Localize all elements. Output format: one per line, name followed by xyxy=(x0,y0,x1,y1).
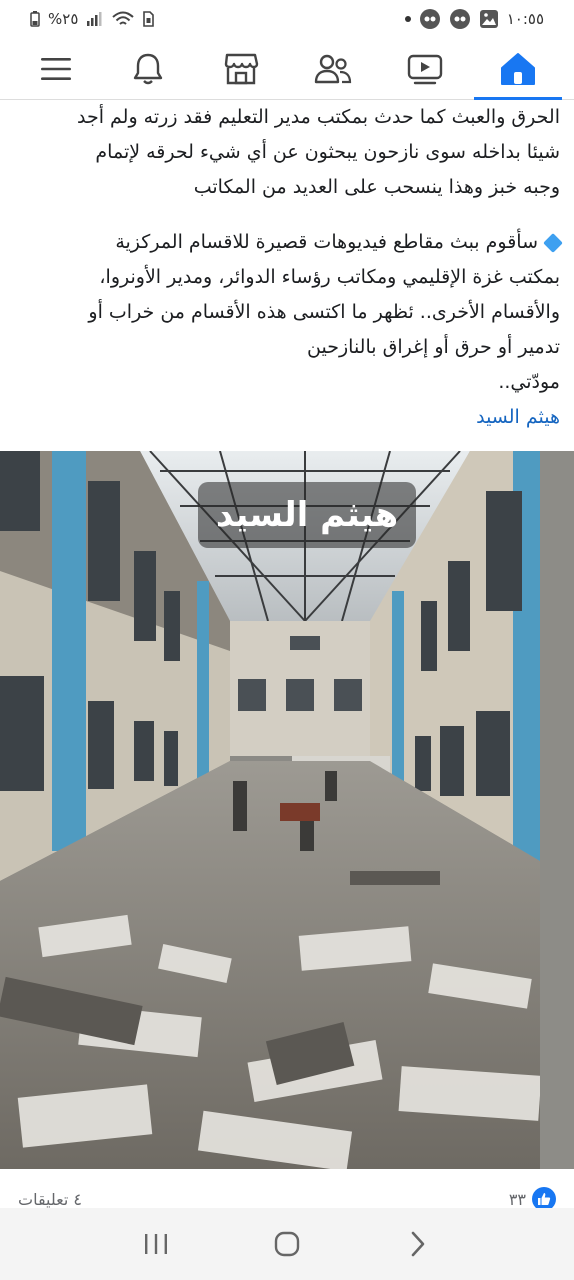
marketplace-icon xyxy=(224,53,259,84)
menu-button[interactable] xyxy=(26,39,86,99)
messenger-notif-icon xyxy=(419,8,441,30)
blue-diamond-icon xyxy=(543,232,563,253)
post-line: والأقسام الأخرى.. ئظهر ما اكتسى هذه الأق… xyxy=(88,301,560,323)
back-chevron-icon xyxy=(412,1231,425,1257)
wifi-icon xyxy=(112,11,135,27)
video-button[interactable] xyxy=(395,39,455,99)
likes-count: ٣٣ xyxy=(508,1189,526,1209)
post-photo-drawing xyxy=(0,451,574,1169)
post-photo[interactable] xyxy=(0,451,574,1169)
app-notif-icon xyxy=(449,8,471,30)
home-button[interactable] xyxy=(473,39,562,100)
clock: ١٠:٥٥ xyxy=(506,10,544,28)
menu-icon xyxy=(41,57,72,80)
signal-icon xyxy=(86,12,104,26)
system-nav-bar xyxy=(0,1208,574,1280)
gallery-notif-icon xyxy=(479,9,499,29)
status-left: %٢٥ xyxy=(30,10,155,28)
notification-dot-icon xyxy=(404,16,411,22)
top-nav-bar xyxy=(0,38,574,100)
marketplace-button[interactable] xyxy=(211,39,271,99)
post-text: الحرق والعبث كما حدث بمكتب مدير التعليم … xyxy=(14,100,563,435)
post-line: الحرق والعبث كما حدث بمكتب مدير التعليم … xyxy=(77,106,560,128)
post-line: تدمير أو حرق أو إغراق بالنازحين xyxy=(307,336,560,358)
notifications-button[interactable] xyxy=(118,39,178,99)
friends-icon xyxy=(314,54,352,83)
post-line: وجبه خبز وهذا ينسحب على العديد من المكات… xyxy=(193,176,560,198)
status-bar: %٢٥ ١٠:٥٥ xyxy=(0,0,574,38)
post-line-with-bullet: سأقوم ببث مقاطع فيديوهات قصيرة للاقسام ا… xyxy=(14,225,563,260)
bell-icon xyxy=(134,53,163,84)
post-line: مودّتي.. xyxy=(498,371,560,393)
post-line: شيئا بداخله سوى نازحون يبحثون عن أي شيء … xyxy=(95,141,560,163)
post-line: سأقوم ببث مقاطع فيديوهات قصيرة للاقسام ا… xyxy=(115,231,538,253)
photo-watermark: هيثم السيد xyxy=(198,482,416,548)
friends-button[interactable] xyxy=(303,39,363,99)
author-link[interactable]: هيثم السيد xyxy=(14,400,560,435)
home-system-button[interactable] xyxy=(262,1219,312,1269)
video-icon xyxy=(408,54,443,84)
battery-icon xyxy=(30,11,40,27)
recents-button[interactable] xyxy=(131,1219,181,1269)
back-button[interactable] xyxy=(393,1219,443,1269)
status-right: ١٠:٥٥ xyxy=(404,8,544,30)
home-icon xyxy=(500,52,535,85)
recents-icon xyxy=(144,1234,167,1254)
sim-icon xyxy=(142,11,155,27)
post-line: بمكتب غزة الإقليمي ومكاتب رؤساء الدوائر،… xyxy=(99,266,560,288)
comments-count[interactable]: ٤ تعليقات xyxy=(18,1190,82,1209)
home-circle-icon xyxy=(274,1231,300,1257)
battery-percent: %٢٥ xyxy=(48,10,79,28)
